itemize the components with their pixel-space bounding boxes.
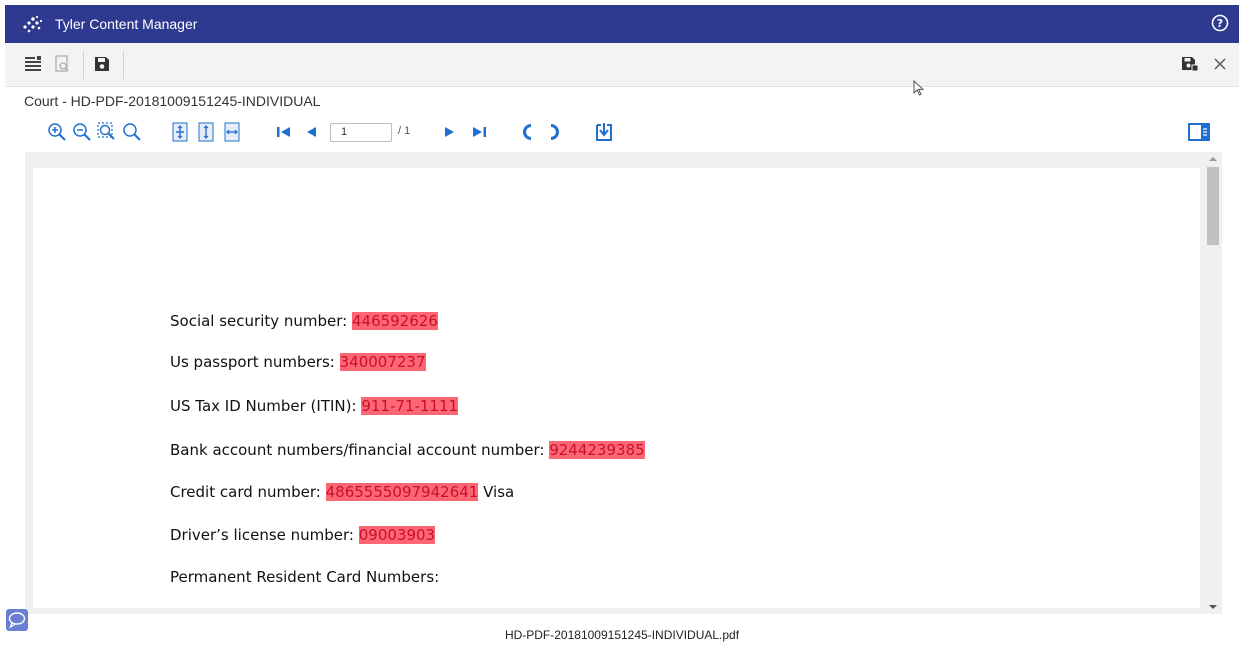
scroll-down-arrow-icon[interactable] bbox=[1209, 605, 1217, 609]
document-title: Court - HD-PDF-20181009151245-INDIVIDUAL bbox=[24, 93, 321, 109]
pdf-text-line: Driver’s license number: 09003903 bbox=[170, 526, 436, 544]
pdf-viewer[interactable]: Social security number: 446592626 Us pas… bbox=[25, 152, 1222, 614]
redaction-highlight[interactable]: 911-71-1111 bbox=[361, 397, 459, 415]
page-number-input[interactable]: 1 bbox=[330, 123, 392, 142]
app-title: Tyler Content Manager bbox=[55, 16, 198, 32]
toolbar-divider bbox=[123, 51, 124, 79]
redaction-highlight[interactable]: 446592626 bbox=[352, 312, 438, 330]
list-details-icon[interactable] bbox=[24, 55, 42, 73]
first-page-icon[interactable] bbox=[275, 120, 293, 144]
redaction-highlight[interactable]: 09003903 bbox=[358, 526, 436, 544]
rotate-clockwise-icon[interactable] bbox=[546, 120, 562, 144]
document-filename: HD-PDF-20181009151245-INDIVIDUAL.pdf bbox=[504, 628, 740, 642]
rotate-counterclockwise-icon[interactable] bbox=[520, 120, 536, 144]
download-icon[interactable] bbox=[593, 120, 615, 144]
pdf-text-line: Bank account numbers/financial account n… bbox=[170, 441, 645, 459]
help-icon[interactable]: ? bbox=[1211, 14, 1229, 32]
redaction-highlight[interactable]: 340007237 bbox=[339, 353, 426, 371]
zoom-in-icon[interactable] bbox=[47, 120, 67, 144]
scroll-up-arrow-icon[interactable] bbox=[1209, 157, 1217, 161]
pdf-text-line: US Tax ID Number (ITIN): 911-71-1111 bbox=[170, 397, 459, 415]
toggle-side-panel-icon[interactable] bbox=[1187, 120, 1211, 144]
main-toolbar bbox=[5, 43, 1239, 87]
zoom-out-icon[interactable] bbox=[72, 120, 92, 144]
scrollbar-thumb[interactable] bbox=[1207, 167, 1219, 245]
zoom-tool-icon[interactable] bbox=[122, 120, 142, 144]
previous-page-icon[interactable] bbox=[303, 120, 319, 144]
fit-width-icon[interactable] bbox=[222, 120, 242, 144]
fit-page-icon[interactable] bbox=[170, 120, 190, 144]
pdf-text-line: Permanent Resident Card Numbers: bbox=[170, 568, 439, 586]
redaction-highlight[interactable]: 9244239385 bbox=[549, 441, 645, 459]
pdf-line-label: Driver’s license number: bbox=[170, 526, 359, 544]
redaction-highlight[interactable]: 4865555097942641 bbox=[325, 483, 479, 501]
pdf-line-label: Social security number: bbox=[170, 312, 352, 330]
pdf-line-label: Permanent Resident Card Numbers: bbox=[170, 568, 440, 586]
svg-text:?: ? bbox=[1217, 17, 1223, 30]
next-page-icon[interactable] bbox=[442, 120, 458, 144]
save-icon[interactable] bbox=[93, 55, 111, 73]
last-page-icon[interactable] bbox=[470, 120, 488, 144]
pdf-line-label: Credit card number: bbox=[170, 483, 326, 501]
pdf-text-line: Us passport numbers: 340007237 bbox=[170, 353, 426, 371]
save-close-icon[interactable] bbox=[1181, 55, 1199, 73]
page-total-label: / 1 bbox=[398, 125, 411, 137]
mouse-pointer-icon bbox=[913, 80, 925, 96]
zoom-marquee-icon[interactable] bbox=[96, 120, 118, 144]
pdf-page: Social security number: 446592626 Us pas… bbox=[33, 168, 1200, 608]
close-icon[interactable] bbox=[1211, 55, 1229, 73]
pdf-line-label: Us passport numbers: bbox=[170, 353, 340, 371]
pdf-text-line: Credit card number: 4865555097942641 Vis… bbox=[170, 483, 514, 501]
pdf-line-label: Bank account numbers/financial account n… bbox=[170, 441, 550, 459]
preview-document-icon bbox=[55, 55, 69, 72]
app-titlebar: Tyler Content Manager ? bbox=[5, 5, 1239, 43]
toolbar-divider bbox=[83, 51, 84, 79]
fit-height-icon[interactable] bbox=[196, 120, 216, 144]
pdf-line-label: US Tax ID Number (ITIN): bbox=[170, 397, 362, 415]
pdf-text-line: Social security number: 446592626 bbox=[170, 312, 438, 330]
vertical-scrollbar[interactable] bbox=[1206, 152, 1220, 614]
tyler-logo-icon bbox=[23, 15, 43, 33]
pdf-line-suffix: Visa bbox=[478, 483, 515, 501]
